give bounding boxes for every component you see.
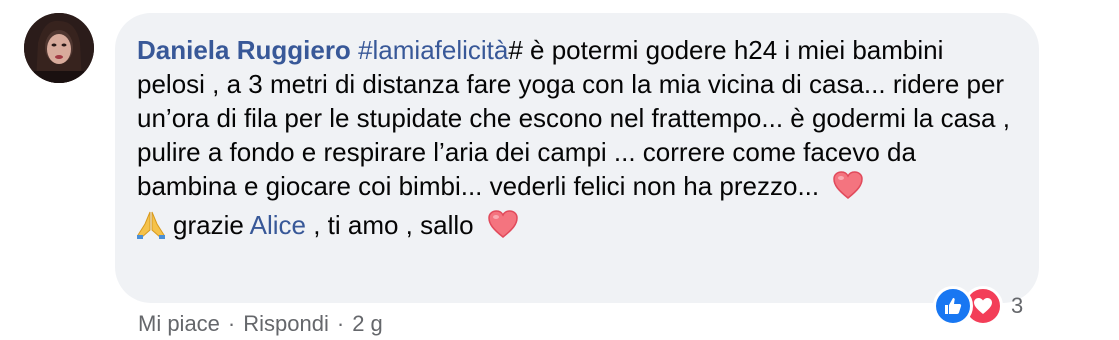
comment-bubble: Daniela Ruggiero #lamiafelicità# è poter…: [115, 13, 1039, 303]
comment-actions: Mi piace · Rispondi · 2 g: [138, 311, 383, 337]
mention-link[interactable]: Alice: [250, 210, 306, 240]
like-button[interactable]: Mi piace: [138, 311, 220, 337]
reaction-count: 3: [1011, 293, 1024, 318]
praying-hands-emoji-icon: [137, 210, 165, 248]
reply-button[interactable]: Rispondi: [243, 311, 329, 337]
reactions-summary[interactable]: 3: [933, 286, 1023, 326]
separator-dot: ·: [336, 311, 345, 336]
like-icon: [933, 286, 973, 326]
avatar[interactable]: [24, 13, 94, 83]
thanks-suffix-text: , ti amo , sallo: [305, 210, 474, 240]
timestamp-link[interactable]: 2 g: [352, 311, 383, 337]
heart-emoji-icon: [487, 209, 519, 247]
comment-author-link[interactable]: Daniela Ruggiero: [137, 35, 351, 65]
comment-body: Daniela Ruggiero #lamiafelicità# è poter…: [137, 33, 1017, 248]
separator-dot: ·: [227, 311, 236, 336]
thanks-text: grazie: [173, 210, 250, 240]
heart-emoji-icon: [832, 170, 864, 208]
hashtag-link[interactable]: #lamiafelicità: [358, 35, 508, 65]
